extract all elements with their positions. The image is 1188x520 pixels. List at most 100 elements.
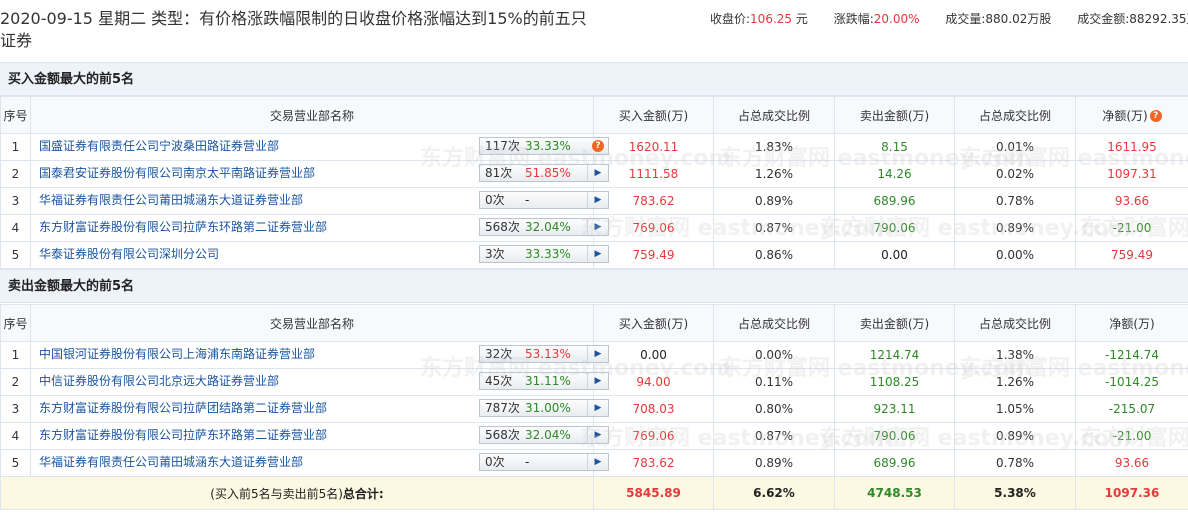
table-row: 2 中信证券股份有限公司北京远大路证券营业部 45次 31.11% ▶ 94.00 0.11… [0,368,1188,396]
broker-name-link[interactable]: 中信证券股份有限公司北京远大路证券营业部 [39,372,444,389]
appearance-count: 45次 [485,374,513,388]
broker-name-link[interactable]: 东方财富证券股份有限公司拉萨东环路第二证券营业部 [39,218,444,235]
broker-cell: 国泰君安证券股份有限公司南京太平南路证券营业部 81次 51.85% ▶ [30,160,609,188]
broker-cell: 华福证券有限责任公司莆田城涵东大道证券营业部 0次 - ▶ [30,187,609,215]
broker-history-badge[interactable]: 568次 32.04% ▶ [479,426,609,444]
buy-amount: 1620.11 [593,133,714,161]
appearance-count: 117次 [485,139,520,153]
sell-amount: 689.96 [834,449,955,477]
broker-name-link[interactable]: 华泰证券股份有限公司深圳分公司 [39,245,444,262]
col-sell-ratio: 占总成交比例 [954,96,1076,134]
buy-ratio: 1.26% [713,160,835,188]
sell-amount: 0.00 [834,241,955,269]
net-amount: 1611.95 [1075,133,1188,161]
buy-ratio: 0.89% [713,187,835,215]
sell-ratio: 1.05% [954,395,1076,423]
row-no: 1 [0,133,31,161]
broker-history-badge[interactable]: 568次 32.04% ▶ [479,218,609,236]
buy-amount: 783.62 [593,449,714,477]
sell-ratio: 0.89% [954,422,1076,450]
broker-name-link[interactable]: 国盛证券有限责任公司宁波桑田路证券营业部 [39,137,444,154]
expand-arrow-icon[interactable]: ▶ [587,373,608,389]
broker-cell: 东方财富证券股份有限公司拉萨东环路第二证券营业部 568次 32.04% ▶ [30,422,609,450]
buy-amount: 708.03 [593,395,714,423]
table-row: 5 华泰证券股份有限公司深圳分公司 3次 33.33% ▶ 759.49 0.86% 0.00… [0,241,1188,269]
win-rate: 31.11% [525,374,571,388]
sell-ratio: 1.38% [954,341,1076,369]
sell-ratio: 1.26% [954,368,1076,396]
broker-name-link[interactable]: 华福证券有限责任公司莆田城涵东大道证券营业部 [39,191,444,208]
turnover-stat: 成交金额:88292.35万元 [1077,12,1188,26]
buy-amount: 0.00 [593,341,714,369]
net-amount: -21.00 [1075,214,1188,242]
expand-arrow-icon[interactable]: ▶ [587,454,608,470]
col-buy: 买入金额(万) [593,96,714,134]
net-amount: -21.00 [1075,422,1188,450]
broker-name-link[interactable]: 中国银河证券股份有限公司上海浦东南路证券营业部 [39,345,444,362]
sell-amount: 689.96 [834,187,955,215]
sell-amount: 14.26 [834,160,955,188]
broker-history-badge[interactable]: 81次 51.85% ▶ [479,164,609,182]
broker-name-link[interactable]: 东方财富证券股份有限公司拉萨东环路第二证券营业部 [39,426,444,443]
col-net: 净额(万)? [1075,96,1188,134]
row-no: 5 [0,449,31,477]
total-sell: 4748.53 [834,476,955,510]
broker-name-link[interactable]: 华福证券有限责任公司莆田城涵东大道证券营业部 [39,453,444,470]
total-buy: 5845.89 [593,476,714,510]
buy-amount: 94.00 [593,368,714,396]
appearance-count: 568次 [485,220,520,234]
sell-ratio: 0.00% [954,241,1076,269]
table-row: 2 国泰君安证券股份有限公司南京太平南路证券营业部 81次 51.85% ▶ 1111.5… [0,160,1188,188]
buy-ratio: 0.86% [713,241,835,269]
page-title: 2020-09-15 星期二 类型：有价格涨跌幅限制的日收盘价格涨幅达到15%的… [0,9,587,50]
expand-arrow-icon[interactable]: ▶ [587,427,608,443]
win-rate: - [525,193,530,207]
total-net: 1097.36 [1075,476,1188,510]
broker-history-badge[interactable]: 0次 - ▶ [479,191,609,209]
net-amount: 1097.31 [1075,160,1188,188]
broker-cell: 东方财富证券股份有限公司拉萨东环路第二证券营业部 568次 32.04% ▶ [30,214,609,242]
row-no: 3 [0,187,31,215]
sell-ratio: 0.02% [954,160,1076,188]
row-no: 5 [0,241,31,269]
broker-name-link[interactable]: 东方财富证券股份有限公司拉萨团结路第二证券营业部 [39,399,444,416]
expand-arrow-icon[interactable]: ▶ [587,165,608,181]
expand-arrow-icon[interactable]: ▶ [587,400,608,416]
broker-history-badge[interactable]: 787次 31.00% ▶ [479,399,609,417]
total-row: (买入前5名与卖出前5名)总合计: 5845.89 6.62% 4748.53 … [0,476,1188,510]
total-buy-ratio: 6.62% [713,476,835,510]
buy-ratio: 0.00% [713,341,835,369]
win-rate: - [525,455,530,469]
sell-amount: 790.06 [834,422,955,450]
col-name: 交易营业部名称 [30,96,594,134]
expand-arrow-icon[interactable]: ▶ [587,346,608,362]
appearance-count: 787次 [485,401,520,415]
win-rate: 32.04% [525,428,571,442]
total-sell-ratio: 5.38% [954,476,1076,510]
broker-history-badge[interactable]: 3次 33.33% ▶ [479,245,609,263]
buy-ratio: 0.80% [713,395,835,423]
col-sell-ratio: 占总成交比例 [954,304,1076,342]
buy-ratio: 0.87% [713,422,835,450]
table-row: 1 中国银河证券股份有限公司上海浦东南路证券营业部 32次 53.13% ▶ 0.00 0.… [0,341,1188,369]
expand-arrow-icon[interactable]: ▶ [587,246,608,262]
broker-history-badge[interactable]: 0次 - ▶ [479,453,609,471]
broker-name-link[interactable]: 国泰君安证券股份有限公司南京太平南路证券营业部 [39,164,444,181]
broker-history-badge[interactable]: 45次 31.11% ▶ [479,372,609,390]
col-no: 序号 [0,304,31,342]
expand-arrow-icon[interactable]: ▶ [587,192,608,208]
sell-amount: 923.11 [834,395,955,423]
col-name: 交易营业部名称 [30,304,594,342]
broker-history-badge[interactable]: 117次 33.33%? [479,137,609,155]
buy-ratio: 0.87% [713,214,835,242]
help-icon[interactable]: ? [1149,109,1162,122]
sell-table: 序号 交易营业部名称 买入金额(万) 占总成交比例 卖出金额(万) 占总成交比例… [0,304,1188,510]
broker-cell: 国盛证券有限责任公司宁波桑田路证券营业部 117次 33.33%? [30,133,609,161]
buy-amount: 1111.58 [593,160,714,188]
help-icon[interactable]: ? [592,140,604,152]
buy-table-header: 序号 交易营业部名称 买入金额(万) 占总成交比例 卖出金额(万) 占总成交比例… [0,96,1188,134]
broker-history-badge[interactable]: 32次 53.13% ▶ [479,345,609,363]
expand-arrow-icon[interactable]: ▶ [587,219,608,235]
table-row: 3 东方财富证券股份有限公司拉萨团结路第二证券营业部 787次 31.00% ▶ 708.… [0,395,1188,423]
net-amount: 93.66 [1075,187,1188,215]
